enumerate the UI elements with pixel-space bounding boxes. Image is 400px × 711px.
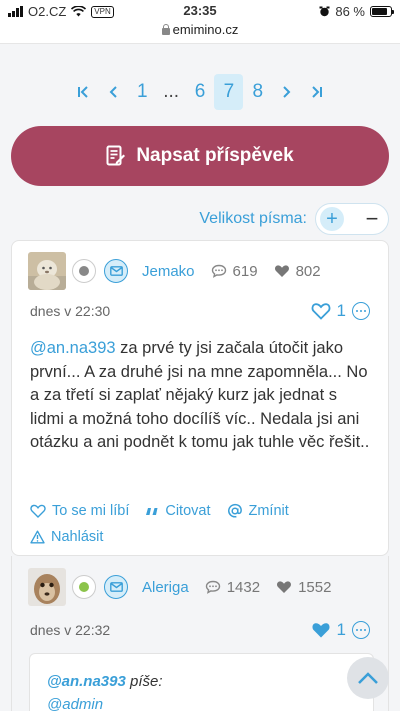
quote-body: @admin bbox=[47, 696, 104, 711]
post-meta: dnes v 22:32 1 bbox=[30, 620, 370, 640]
heart-icon bbox=[277, 581, 292, 593]
username-link[interactable]: Aleriga bbox=[142, 579, 189, 596]
more-options-icon[interactable] bbox=[352, 302, 370, 320]
report-label: Nahlásit bbox=[51, 529, 104, 545]
write-post-button[interactable]: Napsat příspěvek bbox=[11, 126, 389, 186]
font-size-label: Velikost písma: bbox=[199, 210, 307, 227]
post-actions: To se mi líbí Citovat Zmínit Nahlásit bbox=[30, 501, 380, 547]
avatar[interactable] bbox=[28, 568, 66, 606]
post-like-count: 1 bbox=[336, 620, 346, 639]
url-bar[interactable]: emimino.cz bbox=[0, 22, 400, 44]
like-count: 802 bbox=[295, 262, 321, 280]
online-status-indicator bbox=[72, 575, 96, 599]
like-count: 1552 bbox=[298, 578, 332, 596]
at-icon bbox=[227, 503, 242, 518]
last-page-icon bbox=[311, 86, 322, 98]
heart-outline-icon bbox=[30, 504, 46, 518]
post-card: Aleriga 1432 1552 dnes v 22:32 1 @an.na3… bbox=[11, 556, 389, 711]
page-link-1[interactable]: 1 bbox=[128, 74, 157, 110]
prev-page-button[interactable] bbox=[99, 74, 128, 110]
user-comment-count: 619 bbox=[211, 263, 258, 280]
post-like-counter: 1 bbox=[311, 301, 370, 321]
battery-percent: 86 % bbox=[335, 4, 365, 19]
heart-filled-icon[interactable] bbox=[311, 621, 331, 639]
comment-count: 619 bbox=[232, 262, 258, 280]
page-ellipsis: ... bbox=[163, 81, 180, 102]
more-options-icon[interactable] bbox=[352, 621, 370, 639]
post-like-counter: 1 bbox=[311, 620, 370, 640]
warning-icon bbox=[30, 530, 45, 544]
quote-icon bbox=[146, 508, 158, 515]
page-link-8[interactable]: 8 bbox=[243, 74, 272, 110]
font-size-control: Velikost písma: + − bbox=[199, 203, 389, 235]
last-page-button[interactable] bbox=[301, 74, 330, 110]
quote-writes-label: píše: bbox=[130, 673, 163, 690]
page-link-6[interactable]: 6 bbox=[186, 74, 215, 110]
font-size-increase-button[interactable]: + bbox=[320, 207, 344, 231]
alarm-icon bbox=[319, 6, 330, 17]
quoted-post: @an.na393 píše: @admin bbox=[29, 653, 374, 711]
online-status-indicator bbox=[72, 259, 96, 283]
heart-outline-icon[interactable] bbox=[311, 302, 331, 320]
like-label: To se mi líbí bbox=[52, 503, 130, 519]
post-date: dnes v 22:32 bbox=[30, 622, 111, 638]
message-button[interactable] bbox=[104, 575, 128, 599]
report-button[interactable]: Nahlásit bbox=[30, 529, 103, 545]
username-link[interactable]: Jemako bbox=[142, 263, 195, 280]
battery-icon bbox=[370, 6, 394, 17]
heart-icon bbox=[274, 265, 289, 277]
font-size-stepper: + − bbox=[315, 203, 389, 235]
chevron-right-icon bbox=[282, 86, 291, 98]
envelope-icon bbox=[109, 582, 123, 592]
post-card: Jemako 619 802 dnes v 22:30 1 @an.na393 … bbox=[11, 240, 389, 556]
page-link-7-current[interactable]: 7 bbox=[214, 74, 244, 110]
avatar[interactable] bbox=[28, 252, 66, 290]
quote-button[interactable]: Citovat bbox=[145, 503, 211, 519]
comment-count: 1432 bbox=[226, 578, 261, 596]
mention-link[interactable]: @an.na393 bbox=[30, 339, 116, 357]
comment-icon bbox=[211, 264, 226, 278]
pagination: 1 ... 6 7 8 bbox=[70, 74, 330, 110]
scroll-to-top-button[interactable] bbox=[347, 657, 389, 699]
write-post-label: Napsat příspěvek bbox=[136, 145, 294, 166]
edit-document-icon bbox=[106, 145, 126, 166]
comment-icon bbox=[205, 580, 220, 594]
post-text: @an.na393 za prvé ty jsi začala útočit j… bbox=[30, 337, 375, 455]
next-page-button[interactable] bbox=[272, 74, 301, 110]
envelope-icon bbox=[109, 266, 123, 276]
font-size-decrease-button[interactable]: − bbox=[360, 206, 384, 231]
post-header: Aleriga 1432 1552 bbox=[28, 568, 331, 606]
mention-label: Zmínit bbox=[248, 503, 289, 519]
mention-button[interactable]: Zmínit bbox=[227, 503, 289, 519]
post-meta: dnes v 22:30 1 bbox=[30, 301, 370, 321]
post-date: dnes v 22:30 bbox=[30, 303, 111, 319]
first-page-icon bbox=[78, 86, 89, 98]
chevron-left-icon bbox=[109, 86, 118, 98]
quote-author[interactable]: @an.na393 bbox=[47, 673, 126, 690]
chevron-up-icon bbox=[358, 672, 378, 684]
like-button[interactable]: To se mi líbí bbox=[30, 503, 129, 519]
first-page-button[interactable] bbox=[70, 74, 99, 110]
post-header: Jemako 619 802 bbox=[28, 252, 321, 290]
user-comment-count: 1432 bbox=[205, 579, 260, 596]
lock-icon bbox=[161, 24, 170, 35]
quote-label: Citovat bbox=[165, 503, 211, 519]
url-text: emimino.cz bbox=[172, 22, 239, 37]
user-like-count: 1552 bbox=[276, 579, 331, 596]
post-like-count: 1 bbox=[336, 301, 346, 320]
message-button[interactable] bbox=[104, 259, 128, 283]
user-like-count: 802 bbox=[274, 263, 321, 280]
status-bar: O2.CZ VPN 23:35 86 % bbox=[0, 0, 400, 22]
